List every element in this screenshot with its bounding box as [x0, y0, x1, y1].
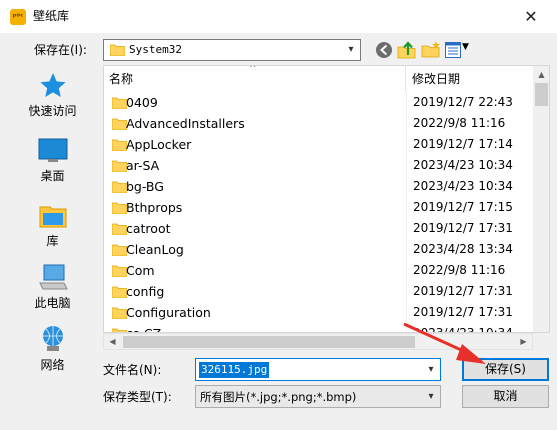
folder-icon: [112, 307, 127, 319]
file-date: 2023/4/23 10:34: [413, 158, 513, 172]
filetype-value: 所有图片(*.jpg;*.png;*.bmp): [200, 390, 357, 404]
column-header-name-label: 名称: [109, 72, 134, 86]
folder-icon: [112, 202, 127, 214]
folder-icon: [112, 265, 127, 277]
up-folder-icon[interactable]: [397, 40, 417, 60]
file-date: 2019/12/7 17:31: [413, 284, 513, 298]
chevron-down-icon: ▼: [462, 42, 469, 52]
place-label: 桌面: [40, 169, 65, 183]
file-row[interactable]: bg-BG 2023/4/23 10:34: [104, 176, 532, 197]
file-name: bg-BG: [126, 179, 164, 194]
folder-icon: [112, 139, 127, 151]
desktop-icon: [38, 138, 68, 162]
file-name: AppLocker: [126, 137, 192, 152]
location-value: System32: [129, 43, 182, 56]
scroll-left-icon[interactable]: ◀: [104, 334, 121, 350]
file-row[interactable]: 0409 2019/12/7 22:43: [104, 92, 532, 113]
view-menu-button[interactable]: ▼: [445, 40, 473, 60]
view-menu-icon: [445, 42, 461, 58]
save-in-label: 保存在(I):: [34, 43, 87, 57]
app-icon: ᵖ⁰ᶜ: [10, 9, 26, 25]
location-dropdown[interactable]: System32 ▾: [103, 39, 361, 61]
folder-icon: [112, 118, 127, 130]
file-date: 2019/12/7 17:14: [413, 137, 513, 151]
file-row[interactable]: config 2019/12/7 17:31: [104, 281, 532, 302]
sort-ascending-icon: ^: [249, 65, 257, 74]
file-row[interactable]: ar-SA 2023/4/23 10:34: [104, 155, 532, 176]
quick-access-star-icon: [40, 73, 66, 97]
file-row[interactable]: Com 2022/9/8 11:16: [104, 260, 532, 281]
new-folder-icon[interactable]: [421, 40, 441, 60]
file-name: cs-CZ: [126, 325, 161, 332]
file-name: Configuration: [126, 305, 211, 320]
filetype-label: 保存类型(T):: [103, 390, 172, 404]
column-header-name[interactable]: 名称 ^: [104, 66, 406, 91]
place-this-pc[interactable]: 此电脑: [17, 257, 88, 317]
filetype-dropdown[interactable]: 所有图片(*.jpg;*.png;*.bmp) ▾: [195, 385, 441, 408]
filename-label: 文件名(N):: [103, 363, 162, 377]
computer-icon: [39, 264, 68, 290]
column-header-date-label: 修改日期: [412, 72, 461, 86]
filename-value: 326115.jpg: [199, 362, 270, 378]
scroll-right-icon[interactable]: ▶: [515, 334, 532, 350]
back-icon[interactable]: [374, 40, 394, 60]
folder-icon: [112, 223, 127, 235]
cancel-button[interactable]: 取消: [462, 385, 549, 408]
folder-icon: [112, 286, 127, 298]
file-date: 2022/9/8 11:16: [413, 116, 506, 130]
file-name: Com: [126, 263, 155, 278]
file-row[interactable]: CleanLog 2023/4/28 13:34: [104, 239, 532, 260]
place-desktop[interactable]: 桌面: [17, 130, 88, 190]
horizontal-scroll-thumb[interactable]: [123, 336, 415, 348]
place-label: 网络: [40, 358, 65, 372]
folder-icon: [112, 181, 127, 193]
file-row[interactable]: catroot 2019/12/7 17:31: [104, 218, 532, 239]
place-network[interactable]: 网络: [17, 319, 88, 379]
file-date: 2019/12/7 17:15: [413, 200, 513, 214]
place-label: 库: [46, 234, 59, 248]
place-label: 此电脑: [34, 296, 71, 310]
library-icon: [39, 206, 67, 228]
file-name: 0409: [126, 95, 158, 110]
file-date: 2019/12/7 17:31: [413, 305, 513, 319]
window-title: 壁纸库: [33, 9, 70, 23]
close-icon: ✕: [524, 7, 538, 26]
file-date: 2023/4/23 10:34: [413, 179, 513, 193]
file-date: 2023/4/28 13:34: [413, 242, 513, 256]
file-date: 2019/12/7 22:43: [413, 95, 513, 109]
file-row[interactable]: Bthprops 2019/12/7 17:15: [104, 197, 532, 218]
vertical-scroll-thumb[interactable]: [535, 83, 548, 106]
folder-icon: [112, 97, 127, 109]
folder-icon: [112, 244, 127, 256]
chevron-down-icon[interactable]: ▾: [342, 40, 360, 60]
file-row[interactable]: AppLocker 2019/12/7 17:14: [104, 134, 532, 155]
place-library[interactable]: 库: [17, 195, 88, 255]
file-name: ar-SA: [126, 158, 160, 173]
folder-icon: [112, 160, 127, 172]
folder-icon: [110, 44, 125, 56]
vertical-scrollbar[interactable]: ▲: [533, 66, 549, 332]
place-label: 快速访问: [28, 104, 77, 118]
column-header-date[interactable]: 修改日期: [407, 66, 532, 91]
close-button[interactable]: ✕: [505, 0, 557, 33]
title-bar: ᵖ⁰ᶜ 壁纸库 ✕: [0, 0, 557, 33]
chevron-down-icon[interactable]: ▾: [422, 386, 440, 407]
place-quick-access[interactable]: 快速访问: [17, 65, 88, 125]
file-name: config: [126, 284, 165, 299]
scroll-up-icon[interactable]: ▲: [533, 66, 549, 83]
places-bar: 快速访问 桌面 库 此电脑 网络: [17, 65, 88, 375]
file-list[interactable]: 名称 ^ 修改日期 0409 2019/12/7 22:43 AdvancedIns…: [103, 65, 550, 333]
file-date: 2019/12/7 17:31: [413, 221, 513, 235]
file-date: 2022/9/8 11:16: [413, 263, 506, 277]
file-name: catroot: [126, 221, 171, 236]
file-row[interactable]: AdvancedInstallers 2022/9/8 11:16: [104, 113, 532, 134]
file-name: Bthprops: [126, 200, 183, 215]
annotation-arrow-icon: [403, 322, 486, 364]
network-icon: [43, 326, 63, 351]
file-name: CleanLog: [126, 242, 184, 257]
file-name: AdvancedInstallers: [126, 116, 245, 131]
